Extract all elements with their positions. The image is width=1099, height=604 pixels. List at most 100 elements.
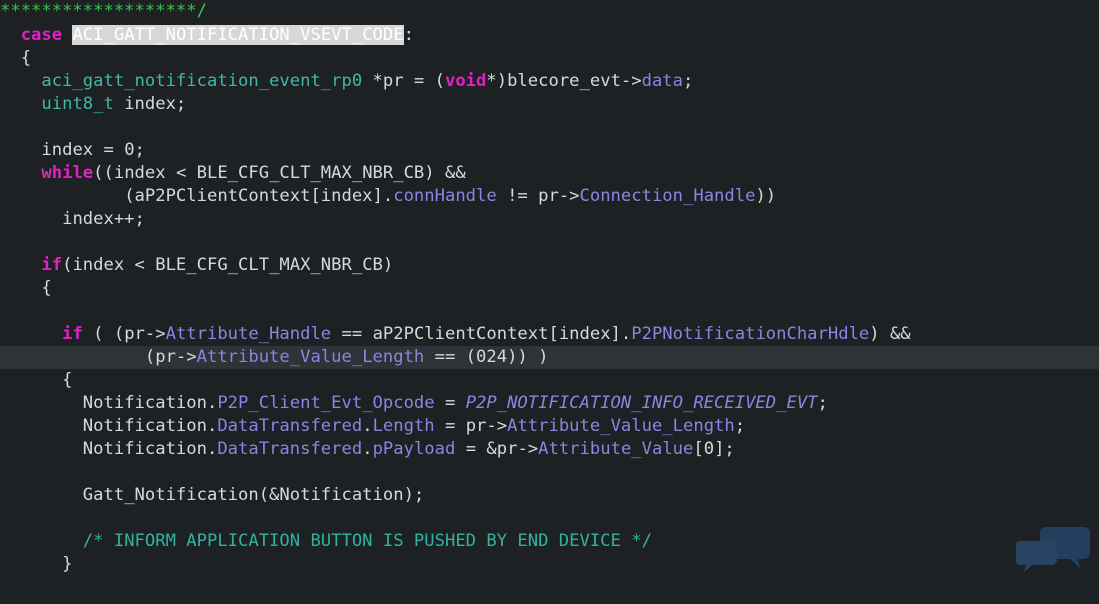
code-line[interactable]: aci_gatt_notification_event_rp0 *pr = (v… [0, 70, 1099, 93]
code-token: Length [372, 416, 435, 436]
code-line[interactable]: } [0, 553, 1099, 576]
code-line[interactable]: Notification.P2P_Client_Evt_Opcode = P2P… [0, 392, 1099, 415]
code-token: aci_gatt_notification_event_rp0 [41, 71, 363, 91]
code-line[interactable] [0, 461, 1099, 484]
keyword-token: case [20, 25, 63, 45]
code-line[interactable]: index++; [0, 208, 1099, 231]
code-token: (pr-> [144, 347, 197, 367]
comment-token: /* INFORM APPLICATION BUTTON IS PUSHED B… [82, 531, 652, 551]
code-token: DataTransfered [217, 439, 363, 459]
code-token: index = 0; [41, 140, 145, 160]
code-line[interactable]: *******************/ [0, 0, 1099, 23]
code-line[interactable]: /* INFORM APPLICATION BUTTON IS PUSHED B… [0, 530, 1099, 553]
code-token: . [362, 439, 373, 459]
code-line[interactable]: index = 0; [0, 139, 1099, 162]
code-token: = pr-> [434, 416, 508, 436]
code-line[interactable] [0, 231, 1099, 254]
code-line[interactable]: (aP2PClientContext[index].connHandle != … [0, 185, 1099, 208]
code-token: ((index < BLE_CFG_CLT_MAX_NBR_CB) && [93, 163, 466, 183]
keyword-token: if [41, 255, 63, 275]
code-token: { [62, 370, 73, 390]
chat-bubble-icon [1016, 527, 1090, 572]
code-line[interactable]: Notification.DataTransfered.Length = pr-… [0, 415, 1099, 438]
code-token: == (024)) ) [424, 347, 549, 367]
code-token: ; [734, 416, 746, 436]
code-token: = [434, 393, 466, 413]
code-token: connHandle [393, 186, 497, 206]
keyword-token: void [444, 71, 487, 91]
code-token: (aP2PClientContext[index]. [124, 186, 394, 206]
code-token: pPayload [372, 439, 456, 459]
code-token: ; [817, 393, 828, 413]
code-token: : [403, 25, 414, 45]
code-token: { [41, 278, 52, 298]
code-token: != pr-> [496, 186, 580, 206]
code-token: data [641, 71, 684, 91]
code-line[interactable]: { [0, 369, 1099, 392]
code-token: Notification. [82, 393, 218, 413]
code-line[interactable]: if ( (pr->Attribute_Handle == aP2PClient… [0, 323, 1099, 346]
code-token: *pr = ( [362, 71, 445, 91]
code-line[interactable]: { [0, 47, 1099, 70]
code-token: Attribute_Value_Length [507, 416, 735, 436]
code-line[interactable] [0, 116, 1099, 139]
code-line[interactable] [0, 300, 1099, 323]
code-token: index; [113, 94, 187, 114]
code-token: ; [683, 71, 694, 91]
code-token: Attribute_Handle [165, 324, 332, 344]
code-token: = &pr-> [455, 439, 539, 459]
code-token: index++; [62, 209, 145, 229]
code-token: Notification. [82, 416, 218, 436]
selected-token: ACI_GATT_NOTIFICATION_VSEVT_CODE [72, 25, 404, 45]
keyword-token: while [41, 163, 94, 183]
code-line[interactable]: uint8_t index; [0, 93, 1099, 116]
code-token: P2P_NOTIFICATION_INFO_RECEIVED_EVT [465, 393, 818, 413]
code-token: . [362, 416, 373, 436]
code-token: *******************/ [0, 1, 207, 21]
code-token: == aP2PClientContext[index]. [331, 324, 632, 344]
code-token: )) [755, 186, 777, 206]
code-line[interactable]: Notification.DataTransfered.pPayload = &… [0, 438, 1099, 461]
code-line[interactable]: Gatt_Notification(&Notification); [0, 484, 1099, 507]
code-token: P2PNotificationCharHdle [631, 324, 870, 344]
code-line[interactable]: case ACI_GATT_NOTIFICATION_VSEVT_CODE: [0, 24, 1099, 47]
current-code-line[interactable]: (pr->Attribute_Value_Length == (024)) ) [0, 346, 1099, 369]
code-editor[interactable]: *******************/ case ACI_GATT_NOTIF… [0, 0, 1099, 604]
code-token: uint8_t [41, 94, 114, 114]
code-token: } [62, 554, 73, 574]
code-token: ) && [869, 324, 911, 344]
code-line[interactable] [0, 507, 1099, 530]
code-token: Gatt_Notification(&Notification); [82, 485, 425, 505]
code-token: ( (pr-> [82, 324, 166, 344]
keyword-token: if [62, 324, 83, 344]
code-token: [0]; [693, 439, 735, 459]
code-line[interactable]: if(index < BLE_CFG_CLT_MAX_NBR_CB) [0, 254, 1099, 277]
code-line[interactable]: while((index < BLE_CFG_CLT_MAX_NBR_CB) &… [0, 162, 1099, 185]
code-token: { [20, 48, 32, 68]
code-line[interactable]: { [0, 277, 1099, 300]
code-token: DataTransfered [217, 416, 363, 436]
code-token: Attribute_Value_Length [196, 347, 425, 367]
code-token: P2P_Client_Evt_Opcode [217, 393, 435, 413]
code-token: Notification. [82, 439, 218, 459]
